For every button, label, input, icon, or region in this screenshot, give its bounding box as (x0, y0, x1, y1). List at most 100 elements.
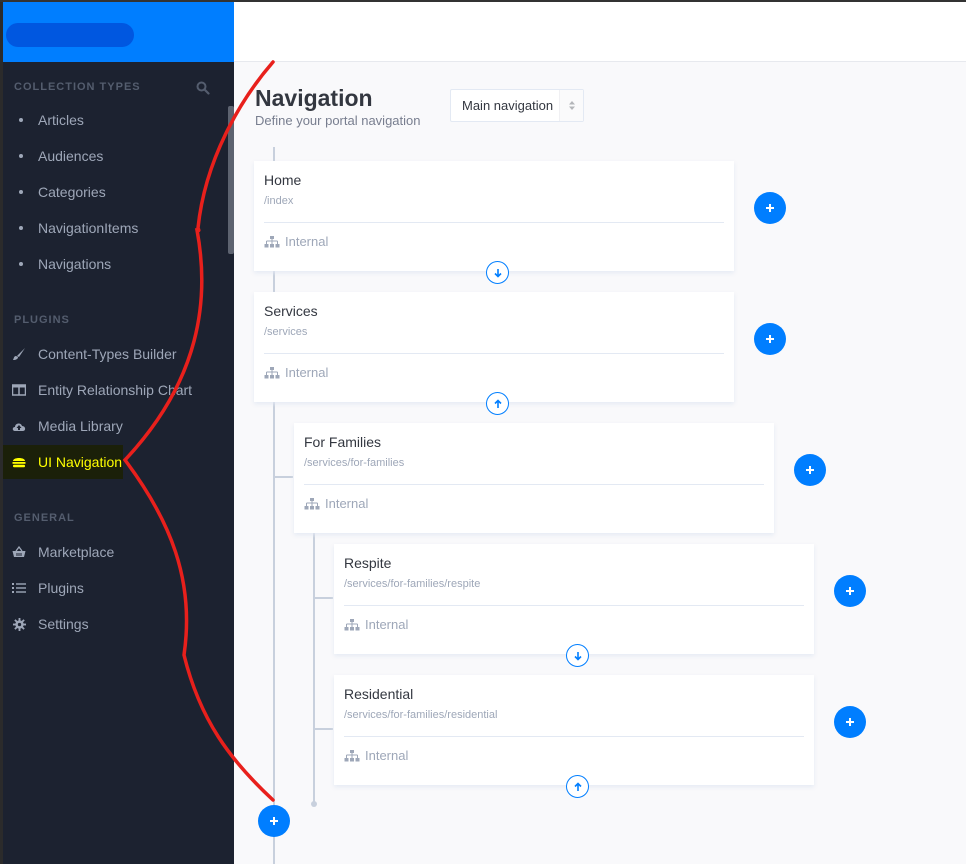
nav-item-card-residential[interactable]: Residential /services/for-families/resid… (334, 675, 814, 798)
arrow-up-icon (493, 398, 502, 408)
nav-item-title: Home (264, 172, 302, 188)
nav-item-type: Internal (344, 748, 408, 763)
sidebar-item-navigationitems[interactable]: NavigationItems (3, 211, 234, 245)
sidebar-item-settings[interactable]: Settings (3, 607, 234, 641)
sidebar-item-navigations[interactable]: Navigations (3, 247, 234, 281)
gear-icon (12, 617, 26, 631)
arrow-up-icon (573, 781, 582, 791)
add-child-button-services[interactable] (754, 323, 786, 355)
sidebar-item-label: NavigationItems (38, 220, 139, 236)
add-root-item-button[interactable] (258, 805, 290, 837)
nav-item-type: Internal (264, 365, 328, 380)
sitemap-icon (304, 497, 320, 509)
nav-item-type-label: Internal (285, 234, 329, 249)
paintbrush-icon (12, 347, 26, 361)
navigation-select-value: Main navigation (462, 98, 554, 113)
tree-end-dot (311, 801, 317, 807)
sidebar-item-plugins[interactable]: Plugins (3, 571, 234, 605)
plus-icon (806, 466, 814, 474)
nav-item-card-home[interactable]: Home /index Internal (254, 161, 734, 284)
sidebar-item-articles[interactable]: Articles (3, 103, 234, 137)
nav-item-path: /index (264, 195, 294, 207)
main-content: Navigation Define your portal navigation… (234, 62, 966, 864)
divider (344, 736, 804, 737)
divider (304, 484, 764, 485)
sidebar-item-label: Articles (38, 112, 84, 128)
sitemap-icon (264, 235, 280, 247)
nav-item-title: Residential (344, 686, 414, 702)
section-title-plugins: PLUGINS (14, 314, 70, 326)
nav-item-card-services[interactable]: Services /services Internal (254, 292, 734, 415)
nav-item-type-label: Internal (285, 365, 329, 380)
bullet-icon (19, 118, 23, 122)
select-arrows-icon (559, 90, 583, 121)
nav-item-title: Services (264, 303, 318, 319)
plus-icon (846, 587, 854, 595)
columns-icon (12, 383, 26, 397)
sidebar-item-label: Settings (38, 616, 89, 632)
add-child-button-residential[interactable] (834, 706, 866, 738)
bullet-icon (19, 190, 23, 194)
tree-line-level2 (313, 523, 315, 803)
sidebar-item-content-types-builder[interactable]: Content-Types Builder (3, 337, 234, 371)
nav-item-path: /services (264, 326, 308, 338)
sidebar-item-label: Media Library (38, 418, 123, 434)
hamburger-icon (12, 455, 26, 469)
tree-branch (313, 728, 333, 730)
sidebar-item-label: Categories (38, 184, 106, 200)
bullet-icon (19, 262, 23, 266)
top-header-bar (234, 2, 966, 62)
divider (264, 222, 724, 223)
sidebar-item-label: Audiences (38, 148, 104, 164)
page-subtitle: Define your portal navigation (255, 113, 421, 128)
list-icon (12, 581, 26, 595)
move-up-button[interactable] (566, 775, 589, 798)
plus-icon (270, 817, 278, 825)
sidebar-item-label: UI Navigation (38, 454, 123, 470)
sidebar-item-label: Plugins (38, 580, 84, 596)
move-up-button[interactable] (486, 392, 509, 415)
nav-item-type-label: Internal (365, 617, 409, 632)
tree-branch (273, 476, 293, 478)
brand-logo-redacted (6, 23, 134, 47)
move-down-button[interactable] (486, 261, 509, 284)
sidebar-item-ui-navigation[interactable]: UI Navigation (3, 445, 123, 479)
page-title: Navigation (255, 85, 373, 111)
sidebar-item-audiences[interactable]: Audiences (3, 139, 234, 173)
nav-item-type: Internal (304, 496, 368, 511)
sitemap-icon (264, 366, 280, 378)
arrow-down-icon (573, 651, 582, 661)
sidebar-item-entity-relationship-chart[interactable]: Entity Relationship Chart (3, 373, 234, 407)
bullet-icon (19, 154, 23, 158)
plus-icon (766, 204, 774, 212)
brand-header[interactable] (3, 2, 234, 62)
nav-item-type-label: Internal (325, 496, 369, 511)
sidebar-item-label: Content-Types Builder (38, 346, 177, 362)
add-child-button-for-families[interactable] (794, 454, 826, 486)
divider (344, 605, 804, 606)
tree-branch (313, 597, 333, 599)
nav-item-path: /services/for-families/respite (344, 578, 481, 590)
sidebar: COLLECTION TYPES Articles Audiences Cate… (3, 2, 234, 864)
cloud-upload-icon (12, 419, 26, 433)
bullet-icon (19, 226, 23, 230)
add-child-button-home[interactable] (754, 192, 786, 224)
nav-item-title: Respite (344, 555, 392, 571)
nav-item-path: /services/for-families/residential (344, 709, 498, 721)
add-child-button-respite[interactable] (834, 575, 866, 607)
sidebar-item-categories[interactable]: Categories (3, 175, 234, 209)
section-title-collection-types: COLLECTION TYPES (14, 81, 141, 93)
basket-icon (12, 545, 26, 559)
nav-item-card-respite[interactable]: Respite /services/for-families/respite I… (334, 544, 814, 667)
sidebar-item-media-library[interactable]: Media Library (3, 409, 234, 443)
plus-icon (846, 718, 854, 726)
sidebar-item-label: Navigations (38, 256, 112, 272)
sidebar-item-label: Marketplace (38, 544, 115, 560)
navigation-select[interactable]: Main navigation (450, 89, 584, 122)
move-down-button[interactable] (566, 644, 589, 667)
sidebar-item-marketplace[interactable]: Marketplace (3, 535, 234, 569)
nav-item-card-for-families[interactable]: For Families /services/for-families Inte… (294, 423, 774, 533)
arrow-down-icon (493, 268, 502, 278)
search-icon[interactable] (196, 81, 210, 95)
divider (264, 353, 724, 354)
